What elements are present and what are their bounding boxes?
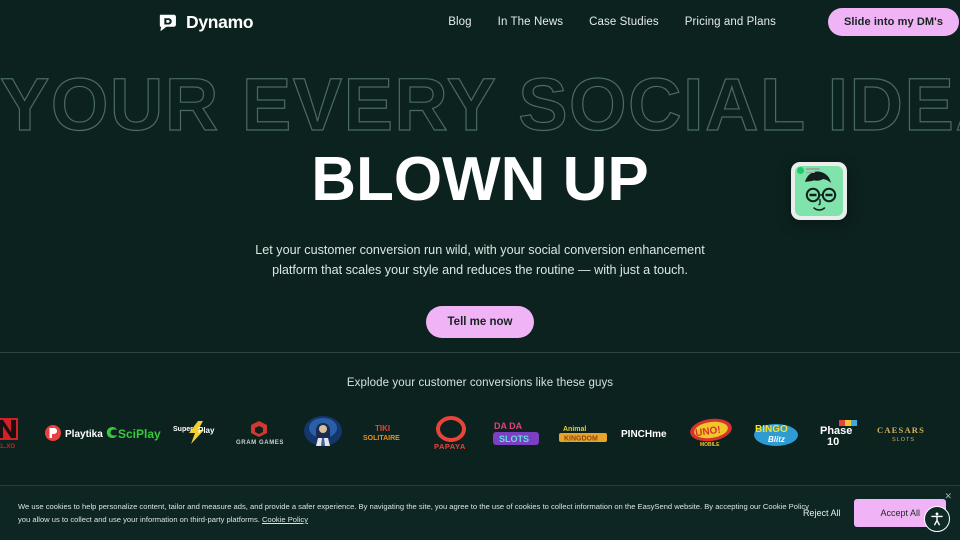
client-logo-caesars-slots: CAESARS SLOTS xyxy=(872,407,938,459)
nav-item-pricing-and-plans[interactable]: Pricing and Plans xyxy=(685,16,776,28)
client-logo-phase-10: Phase 10 xyxy=(810,407,872,459)
client-logo-papaya: PAPAYA xyxy=(420,407,482,459)
cookie-policy-link[interactable]: Cookie Policy xyxy=(262,515,308,524)
nav-item-case-studies[interactable]: Case Studies xyxy=(589,16,659,28)
tell-me-now-button[interactable]: Tell me now xyxy=(425,306,535,339)
client-logo-tiki-solitaire: TIKI SOLITAIRE xyxy=(356,407,418,459)
speech-bubble-d-icon xyxy=(158,12,179,33)
brand-name: Dynamo xyxy=(186,11,254,32)
profile-avatar-card-icon xyxy=(791,162,847,220)
logo-strip: EL.XO Playtika SciPlay Super Play xyxy=(0,407,960,459)
reject-all-button[interactable]: Reject All xyxy=(803,508,841,518)
nav-item-in-the-news[interactable]: In The News xyxy=(498,16,563,28)
hero-section: YOUR EVERY SOCIAL IDEA BLOWN UP Let your… xyxy=(0,44,960,339)
client-logo-da-da-slots: DA DA SLOTS xyxy=(486,407,548,459)
logos-section-title: Explode your customer conversions like t… xyxy=(346,377,614,389)
client-logo-gram-games: GRAM GAMES xyxy=(228,407,290,459)
svg-text:MOBILE: MOBILE xyxy=(700,442,720,448)
svg-text:SLOTS: SLOTS xyxy=(499,434,529,444)
hero-subtitle: Let your customer conversion run wild, w… xyxy=(255,242,705,277)
slide-into-dms-button[interactable]: Slide into my DM's xyxy=(827,8,960,36)
cookie-text-line1: We use cookies to help personalize conte… xyxy=(18,501,809,511)
svg-text:KINGDOM: KINGDOM xyxy=(564,436,598,443)
client-logos-section: Explode your customer conversions like t… xyxy=(0,353,960,459)
cookie-banner-text: We use cookies to help personalize conte… xyxy=(18,500,818,527)
avatar xyxy=(795,166,843,216)
svg-text:Playtika: Playtika xyxy=(65,429,103,440)
client-logo-animal-kingdom: Animal KINGDOM xyxy=(552,407,614,459)
svg-text:Play: Play xyxy=(198,426,215,435)
nav-item-blog[interactable]: Blog xyxy=(448,16,471,28)
svg-text:SLOTS: SLOTS xyxy=(892,437,915,443)
client-logo-pinchme: PINCHme xyxy=(615,407,677,459)
client-logo-red-square-games: EL.XO xyxy=(0,407,30,459)
svg-text:EL.XO: EL.XO xyxy=(0,444,15,450)
client-logo-sciplay: SciPlay xyxy=(102,407,170,459)
svg-text:CAESARS: CAESARS xyxy=(877,425,925,435)
svg-text:PINCHme: PINCHme xyxy=(621,429,667,440)
svg-text:SOLITAIRE: SOLITAIRE xyxy=(363,435,400,442)
hero-headline-outline: YOUR EVERY SOCIAL IDEA xyxy=(0,63,960,146)
site-header: Dynamo Blog In The News Case Studies Pri… xyxy=(0,0,960,44)
svg-text:Animal: Animal xyxy=(563,426,586,433)
cookie-consent-banner: We use cookies to help personalize conte… xyxy=(0,485,960,540)
cookie-text-line2: you allow us to collect and use your inf… xyxy=(18,515,260,524)
close-icon[interactable]: ✕ xyxy=(944,492,952,501)
brand-logo-link[interactable]: Dynamo xyxy=(158,11,254,33)
svg-text:PAPAYA: PAPAYA xyxy=(434,442,466,450)
main-navigation: Blog In The News Case Studies Pricing an… xyxy=(448,8,960,36)
client-logo-bingo-blitz: BINGO Blitz xyxy=(745,407,807,459)
svg-text:TIKI: TIKI xyxy=(375,424,390,433)
svg-text:10: 10 xyxy=(827,436,839,447)
placeholder-text-lines-icon xyxy=(806,168,820,175)
client-logo-superplay: Super Play xyxy=(166,407,228,459)
online-status-dot-icon xyxy=(797,167,804,174)
client-logo-blue-game-studio xyxy=(292,407,354,459)
svg-text:Blitz: Blitz xyxy=(768,435,785,444)
svg-text:BINGO: BINGO xyxy=(755,424,788,435)
accessibility-person-icon[interactable] xyxy=(924,506,950,532)
svg-text:DA DA: DA DA xyxy=(494,421,523,431)
svg-text:Super: Super xyxy=(173,426,193,433)
svg-text:GRAM GAMES: GRAM GAMES xyxy=(236,440,284,446)
client-logo-uno-mobile: UNO! MOBILE xyxy=(680,407,742,459)
svg-text:SciPlay: SciPlay xyxy=(118,427,161,441)
